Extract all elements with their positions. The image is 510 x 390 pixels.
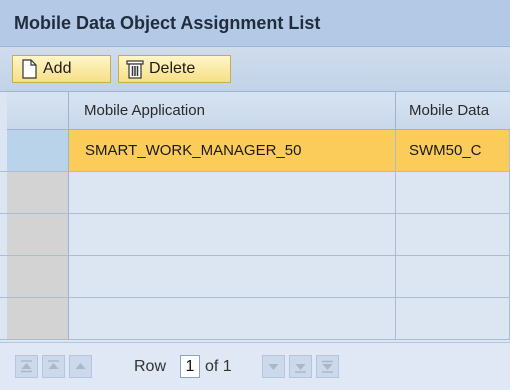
delete-button-label: Delete bbox=[149, 60, 196, 77]
panel-title: Mobile Data Object Assignment List bbox=[0, 0, 510, 46]
row-selector[interactable] bbox=[7, 214, 69, 255]
previous-page-button[interactable] bbox=[42, 355, 65, 378]
pagination-bar: Row of 1 bbox=[0, 342, 510, 390]
column-header-mobile-data[interactable]: Mobile Data bbox=[396, 92, 510, 130]
page-down-icon bbox=[295, 364, 306, 373]
table-row[interactable] bbox=[0, 172, 510, 214]
add-button-label: Add bbox=[43, 60, 72, 77]
first-page-button[interactable] bbox=[15, 355, 38, 378]
add-button[interactable]: Add bbox=[12, 55, 111, 83]
page-up-icon bbox=[48, 360, 59, 369]
trash-icon bbox=[126, 60, 144, 79]
table-cell[interactable] bbox=[396, 298, 510, 339]
new-document-icon bbox=[22, 59, 37, 79]
row-selector[interactable] bbox=[7, 130, 69, 171]
delete-button[interactable]: Delete bbox=[118, 55, 231, 83]
row-label: Row bbox=[134, 358, 167, 375]
table-row[interactable] bbox=[0, 256, 510, 298]
row-number-input[interactable] bbox=[180, 355, 200, 378]
last-page-button[interactable] bbox=[316, 355, 339, 378]
row-selector[interactable] bbox=[7, 256, 69, 297]
table-row[interactable] bbox=[0, 298, 510, 340]
table-cell[interactable] bbox=[396, 256, 510, 297]
previous-row-button[interactable] bbox=[69, 355, 92, 378]
table-cell[interactable]: SMART_WORK_MANAGER_50 bbox=[69, 130, 396, 171]
row-selector[interactable] bbox=[7, 172, 69, 213]
next-row-button[interactable] bbox=[262, 355, 285, 378]
row-count-label: of 1 bbox=[205, 358, 232, 375]
toolbar: Add Delete bbox=[0, 46, 510, 92]
row-selector[interactable] bbox=[7, 298, 69, 339]
table-cell[interactable] bbox=[69, 256, 396, 297]
first-page-icon bbox=[21, 360, 32, 373]
table-cell[interactable] bbox=[396, 172, 510, 213]
table-cell[interactable] bbox=[69, 298, 396, 339]
table-cell[interactable] bbox=[396, 214, 510, 255]
arrow-down-icon bbox=[268, 364, 279, 370]
table-row[interactable]: SMART_WORK_MANAGER_50 SWM50_C bbox=[0, 130, 510, 172]
table-cell[interactable] bbox=[69, 172, 396, 213]
table-row[interactable] bbox=[0, 214, 510, 256]
column-header-mobile-application[interactable]: Mobile Application bbox=[69, 92, 396, 130]
next-page-button[interactable] bbox=[289, 355, 312, 378]
select-all-header[interactable] bbox=[7, 92, 69, 130]
arrow-up-icon bbox=[75, 363, 86, 369]
table-cell[interactable]: SWM50_C bbox=[396, 130, 510, 171]
table-cell[interactable] bbox=[69, 214, 396, 255]
assignment-list-panel: Mobile Data Object Assignment List Add D… bbox=[0, 0, 510, 390]
last-page-icon bbox=[322, 360, 333, 373]
assignment-table: Mobile Application Mobile Data SMART_WOR… bbox=[0, 92, 510, 342]
